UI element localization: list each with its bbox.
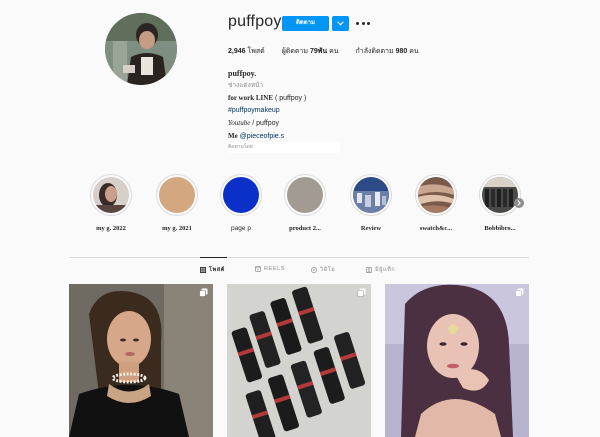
tab-posts[interactable]: โพสต์: [200, 266, 225, 274]
highlight-review[interactable]: Review: [339, 174, 403, 232]
bio-youtube-line: Youtube / puffpoy: [228, 119, 279, 127]
post-thumbnail[interactable]: [385, 284, 529, 437]
post-image: [69, 284, 213, 437]
grid-icon: [200, 267, 206, 273]
highlight-label: Bobbibro...: [484, 225, 516, 232]
following-count[interactable]: กำลังติดตาม 980 คน: [356, 46, 419, 57]
profile-bio: puffpoy. ช่างแต่งหน้า for work LINE ( pu…: [228, 68, 306, 143]
highlight-label: Review: [360, 225, 382, 232]
followers-count[interactable]: ผู้ติดตาม 79พัน คน: [282, 46, 339, 57]
tab-label: REELS: [264, 266, 286, 272]
highlight-cover: [353, 177, 389, 213]
tagged-icon: [366, 267, 372, 273]
chevron-right-icon: [517, 200, 521, 206]
profile-username: puffpoy: [228, 13, 282, 30]
more-options-button[interactable]: [356, 18, 370, 28]
highlight-my-g-2022[interactable]: my g. 2022: [79, 174, 143, 232]
follow-button[interactable]: ติดตาม: [282, 16, 329, 31]
highlight-label: page p: [231, 225, 251, 232]
dot: [356, 21, 359, 25]
post-image: [227, 284, 371, 437]
highlight-cover: [482, 177, 518, 213]
dot: [361, 21, 365, 25]
profile-stats: 2,946 โพสต์ ผู้ติดตาม 79พัน คน กำลังติดต…: [228, 46, 436, 57]
tabs-divider: [69, 257, 529, 258]
post-thumbnail[interactable]: [69, 284, 213, 437]
highlights-next-button[interactable]: [514, 198, 524, 208]
highlight-label: my g. 2022: [96, 225, 126, 232]
bio-work-line: for work LINE ( puffpoy ): [228, 94, 307, 102]
highlight-label: swatch&c...: [419, 225, 453, 232]
highlight-page-p[interactable]: page p: [209, 174, 273, 232]
bio-category: ช่างแต่งหน้า: [228, 82, 264, 89]
bio-mention-link[interactable]: @pieceofpie.s: [240, 133, 284, 140]
followed-by[interactable]: ติดตามโดย: [228, 142, 340, 153]
bio-hashtag-link[interactable]: #puffpoymakeup: [228, 105, 306, 117]
post-thumbnail[interactable]: [227, 284, 371, 437]
posts-count: 2,946 โพสต์: [228, 48, 265, 55]
post-image: [385, 284, 529, 437]
bio-name: puffpoy.: [228, 69, 257, 78]
tab-reels[interactable]: REELS: [255, 266, 285, 272]
multiple-photos-icon: [357, 288, 366, 297]
profile-avatar[interactable]: [105, 13, 177, 85]
highlight-my-g-2021[interactable]: my g. 2021: [145, 174, 209, 232]
tab-label: วิดีโอ: [320, 267, 336, 273]
highlight-cover: [418, 177, 454, 213]
suggested-dropdown-button[interactable]: [332, 16, 349, 31]
highlight-label: product 2...: [289, 225, 321, 232]
reels-icon: [255, 266, 261, 272]
tab-tagged[interactable]: มีผู้แท็ก: [366, 266, 395, 274]
highlight-swatch[interactable]: swatch&c...: [404, 174, 468, 232]
dot: [367, 21, 370, 25]
tab-videos[interactable]: วิดีโอ: [311, 266, 335, 274]
tab-label: มีผู้แท็ก: [375, 267, 396, 273]
tab-active-indicator: [200, 257, 227, 258]
highlight-product[interactable]: product 2...: [273, 174, 337, 232]
tab-label: โพสต์: [209, 267, 225, 273]
highlight-cover: [93, 177, 129, 213]
multiple-photos-icon: [199, 288, 208, 297]
chevron-down-icon: [337, 21, 344, 26]
video-icon: [311, 267, 317, 273]
multiple-photos-icon: [515, 288, 524, 297]
highlight-label: my g. 2021: [162, 225, 192, 232]
